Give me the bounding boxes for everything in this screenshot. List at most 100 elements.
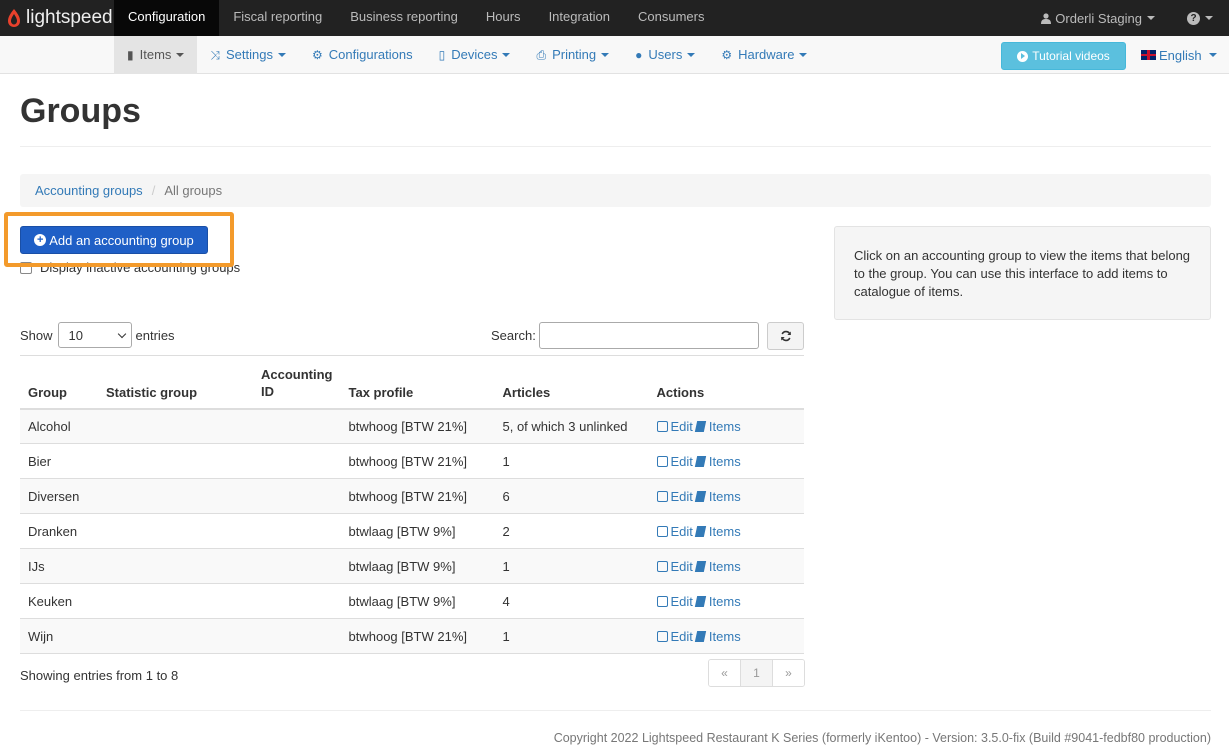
cell-accounting-id [253, 618, 341, 654]
tutorial-videos-button[interactable]: Tutorial videos [1001, 42, 1126, 70]
table-row[interactable]: Alcohol btwhoog [BTW 21%] 5, of which 3 un… [20, 408, 804, 444]
col-accounting-id[interactable]: Accounting ID [253, 355, 341, 410]
subnav-users[interactable]: ● Users [622, 36, 708, 74]
items-link[interactable]: Items [693, 454, 741, 469]
items-link[interactable]: Items [693, 559, 741, 574]
language-label: English [1159, 47, 1202, 63]
user-icon: ● [635, 48, 643, 62]
subnav-configurations[interactable]: ⚙ Configurations [299, 36, 426, 74]
subnav-label: Settings [226, 47, 273, 62]
items-link[interactable]: Items [693, 489, 741, 504]
cell-actions: Edit Items [648, 548, 804, 584]
edit-label: Edit [670, 523, 693, 539]
subnav-devices[interactable]: ▯ Devices [426, 36, 524, 74]
table-row[interactable]: Wijn btwhoog [BTW 21%] 1 Edit Items [20, 618, 804, 654]
refresh-button[interactable] [767, 322, 804, 350]
cell-actions: Edit Items [648, 618, 804, 654]
edit-label: Edit [670, 453, 693, 469]
col-articles[interactable]: Articles [494, 355, 649, 410]
book-icon [694, 525, 707, 537]
sub-navbar: ▮ Items ⤨ Settings ⚙ Configurations ▯ Devices ⎙ P… [0, 36, 1229, 74]
language-menu[interactable]: English [1141, 36, 1217, 74]
subnav-printing[interactable]: ⎙ Printing [523, 36, 622, 74]
search-input[interactable] [539, 322, 759, 349]
user-menu[interactable]: Orderli Staging [1025, 11, 1171, 26]
edit-link[interactable]: Edit [656, 628, 693, 644]
caret-down-icon [278, 53, 286, 57]
cell-articles: 4 [494, 583, 649, 619]
user-icon [1041, 12, 1052, 24]
pager-next[interactable]: » [773, 660, 804, 686]
top-nav-hours[interactable]: Hours [472, 0, 535, 36]
top-nav-business-reporting[interactable]: Business reporting [336, 0, 472, 36]
col-statistic-group[interactable]: Statistic group [98, 355, 253, 410]
cell-tax-profile: btwlaag [BTW 9%] [340, 513, 495, 549]
subnav-hardware[interactable]: ⚙ Hardware [708, 36, 820, 74]
top-nav-fiscal-reporting[interactable]: Fiscal reporting [219, 0, 336, 36]
col-group[interactable]: Group [20, 355, 98, 410]
items-link[interactable]: Items [693, 419, 741, 434]
pager-page-1[interactable]: 1 [741, 660, 773, 686]
caret-down-icon [1208, 53, 1217, 57]
printer-icon: ⎙ [536, 48, 547, 62]
page-title: Groups [20, 92, 141, 130]
edit-link[interactable]: Edit [656, 453, 693, 469]
breadcrumb-accounting-groups[interactable]: Accounting groups [35, 183, 143, 198]
subnav-settings[interactable]: ⤨ Settings [197, 36, 299, 74]
edit-link[interactable]: Edit [656, 523, 693, 539]
top-nav-consumers[interactable]: Consumers [624, 0, 718, 36]
items-label: Items [708, 488, 741, 504]
edit-label: Edit [670, 418, 693, 434]
refresh-icon [780, 330, 791, 342]
cell-actions: Edit Items [648, 408, 804, 444]
items-link[interactable]: Items [693, 629, 741, 644]
edit-icon [656, 560, 668, 572]
items-link[interactable]: Items [693, 594, 741, 609]
cell-tax-profile: btwhoog [BTW 21%] [340, 408, 495, 444]
table-row[interactable]: Diversen btwhoog [BTW 21%] 6 Edit Items [20, 478, 804, 514]
cell-statistic-group [98, 548, 253, 584]
edit-icon [656, 490, 668, 502]
logo-text: lightspeed [26, 7, 113, 28]
table-row[interactable]: Keuken btwlaag [BTW 9%] 4 Edit Items [20, 583, 804, 619]
top-nav-integration[interactable]: Integration [535, 0, 624, 36]
edit-link[interactable]: Edit [656, 418, 693, 434]
edit-icon [656, 630, 668, 642]
cell-actions: Edit Items [648, 443, 804, 479]
edit-link[interactable]: Edit [656, 489, 693, 504]
cell-tax-profile: btwlaag [BTW 9%] [340, 548, 495, 584]
page-size-select[interactable]: 10 [57, 322, 132, 348]
subnav-items[interactable]: ▮ Items [114, 36, 198, 74]
top-nav-configuration[interactable]: Configuration [114, 0, 220, 36]
help-menu[interactable]: ? [1171, 11, 1229, 25]
subnav-label: Printing [552, 47, 597, 62]
caret-down-icon [601, 53, 610, 57]
table-row[interactable]: Dranken btwlaag [BTW 9%] 2 Edit Items [20, 513, 804, 549]
edit-link[interactable]: Edit [656, 594, 693, 609]
breadcrumb-current: All groups [164, 183, 223, 198]
divider [20, 710, 1211, 711]
page-size-control: Show 10 entries [20, 322, 175, 348]
items-label: Items [708, 558, 741, 574]
user-label: Orderli Staging [1055, 10, 1142, 26]
cell-tax-profile: btwhoog [BTW 21%] [340, 443, 495, 479]
table-header-row: Group Statistic group Accounting ID Tax … [20, 355, 804, 410]
edit-link[interactable]: Edit [656, 559, 693, 574]
cell-accounting-id [253, 513, 341, 549]
col-tax-profile[interactable]: Tax profile [340, 355, 495, 410]
tablet-icon: ▯ [438, 48, 446, 62]
cell-group: Alcohol [20, 408, 98, 444]
table-row[interactable]: IJs btwlaag [BTW 9%] 1 Edit Items [20, 548, 804, 584]
pager-prev[interactable]: « [709, 660, 741, 686]
table-row[interactable]: Bier btwhoog [BTW 21%] 1 Edit Items [20, 443, 804, 479]
footer-copyright: Copyright 2022 Lightspeed Restaurant K S… [553, 731, 1211, 745]
items-label: Items [708, 628, 741, 644]
items-label: Items [708, 418, 741, 434]
edit-icon [656, 420, 668, 432]
lightspeed-logo[interactable]: lightspeed [0, 0, 114, 36]
info-panel: Click on an accounting group to view the… [834, 226, 1211, 320]
subnav-label: Hardware [738, 47, 795, 62]
items-link[interactable]: Items [693, 524, 741, 539]
edit-label: Edit [670, 628, 693, 644]
cell-statistic-group [98, 443, 253, 479]
